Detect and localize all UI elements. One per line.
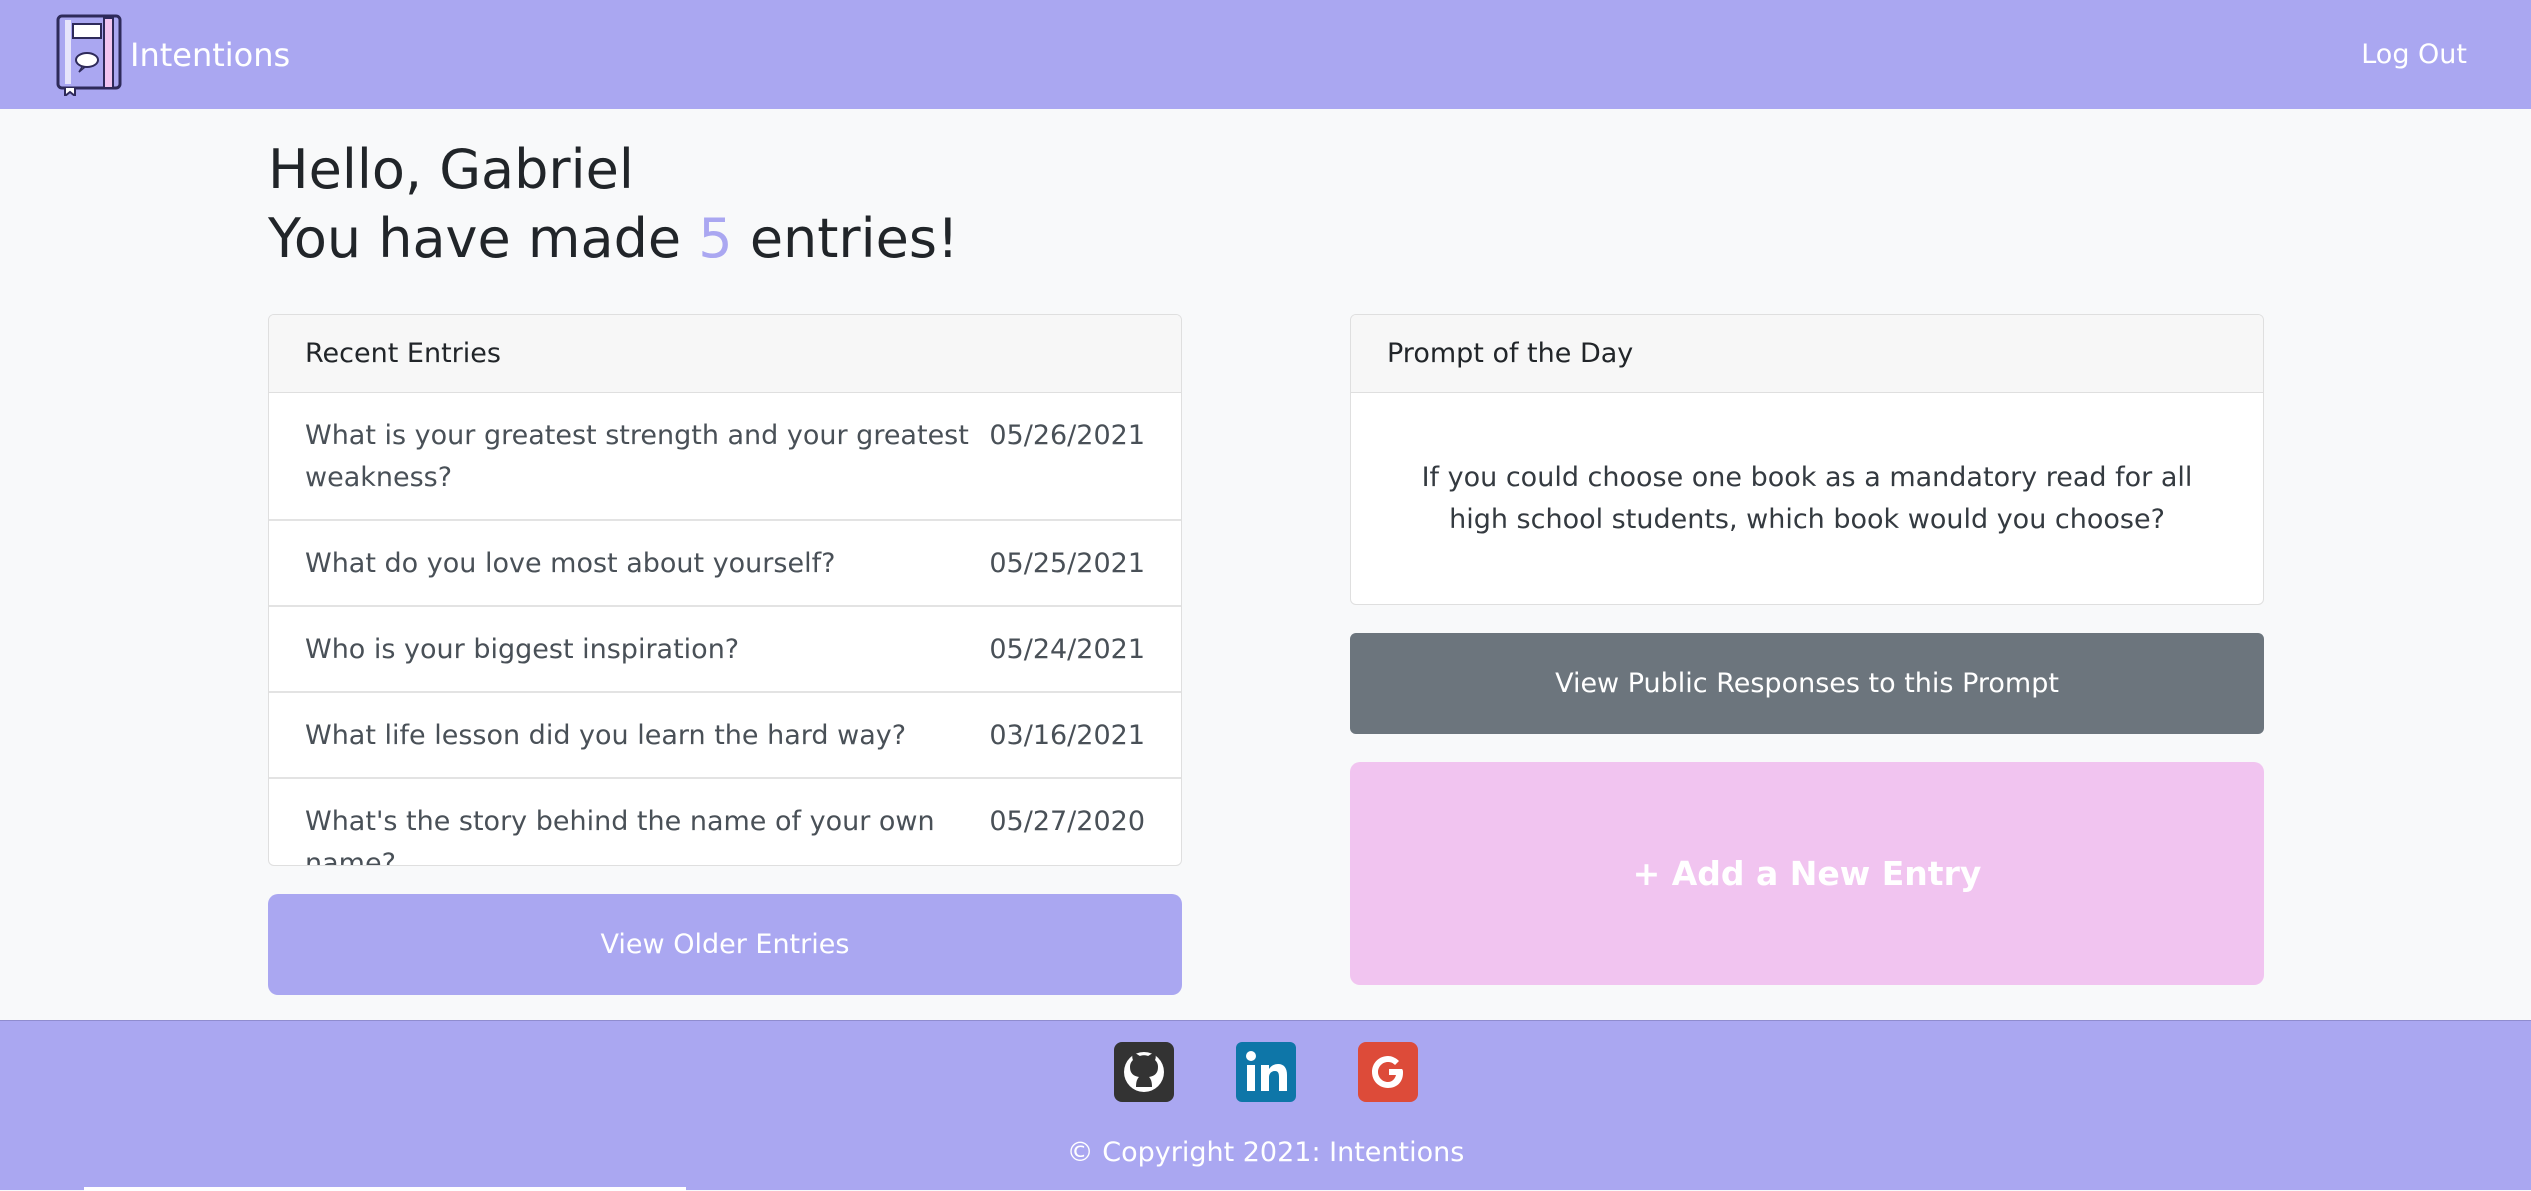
navbar: Intentions Log Out [0,0,2531,109]
entry-count-number: 5 [698,206,733,270]
entry-date: 05/27/2020 [989,806,1145,837]
content-columns: Recent Entries What is your greatest str… [268,314,2264,995]
entry-date: 03/16/2021 [989,720,1145,751]
view-older-entries-button[interactable]: View Older Entries [268,894,1182,995]
entry-date: 05/25/2021 [989,548,1145,579]
entry-date: 05/26/2021 [989,420,1145,451]
entry-row[interactable]: Who is your biggest inspiration? 05/24/2… [269,607,1181,693]
entry-date: 05/24/2021 [989,634,1145,665]
footer-divider [84,1187,686,1191]
brand-name: Intentions [130,35,291,74]
recent-entries-card: Recent Entries What is your greatest str… [268,314,1182,866]
prompt-column: Prompt of the Day If you could choose on… [1350,314,2264,995]
entry-row[interactable]: What's the story behind the name of your… [269,779,1181,865]
copyright-text: © Copyright 2021: Intentions [1066,1137,1465,1168]
entry-question: What do you love most about yourself? [305,548,836,579]
prompt-card: Prompt of the Day If you could choose on… [1350,314,2264,605]
entry-row[interactable]: What is your greatest strength and your … [269,393,1181,521]
greeting-heading: Hello, Gabriel [268,138,634,201]
google-icon[interactable] [1357,1042,1418,1102]
social-links [0,1042,2531,1102]
entry-count-suffix: entries! [749,206,959,270]
footer: © Copyright 2021: Intentions [0,1020,2531,1191]
entry-question: What's the story behind the name of your… [305,806,935,866]
entry-question: What is your greatest strength and your … [305,420,969,493]
logout-link[interactable]: Log Out [2361,39,2467,70]
entry-row[interactable]: What do you love most about yourself? 05… [269,521,1181,607]
linkedin-icon[interactable] [1235,1042,1296,1102]
journal-logo-icon [56,14,122,96]
entry-question: What life lesson did you learn the hard … [305,720,907,751]
prompt-header: Prompt of the Day [1351,315,2263,393]
github-icon[interactable] [1113,1042,1174,1102]
entry-count-heading: You have made 5 entries! [268,207,2264,272]
entry-count-prefix: You have made [268,206,682,270]
prompt-text: If you could choose one book as a mandat… [1421,461,2193,535]
entry-row[interactable]: What life lesson did you learn the hard … [269,693,1181,779]
main-content: Hello, Gabriel You have made 5 entries! … [268,109,2264,995]
entry-question: Who is your biggest inspiration? [305,634,740,665]
recent-entries-header: Recent Entries [269,315,1181,393]
add-new-entry-button[interactable]: + Add a New Entry [1350,762,2264,985]
brand-link[interactable]: Intentions [56,14,290,96]
recent-entries-column: Recent Entries What is your greatest str… [268,314,1182,995]
view-public-responses-button[interactable]: View Public Responses to this Prompt [1350,633,2264,734]
